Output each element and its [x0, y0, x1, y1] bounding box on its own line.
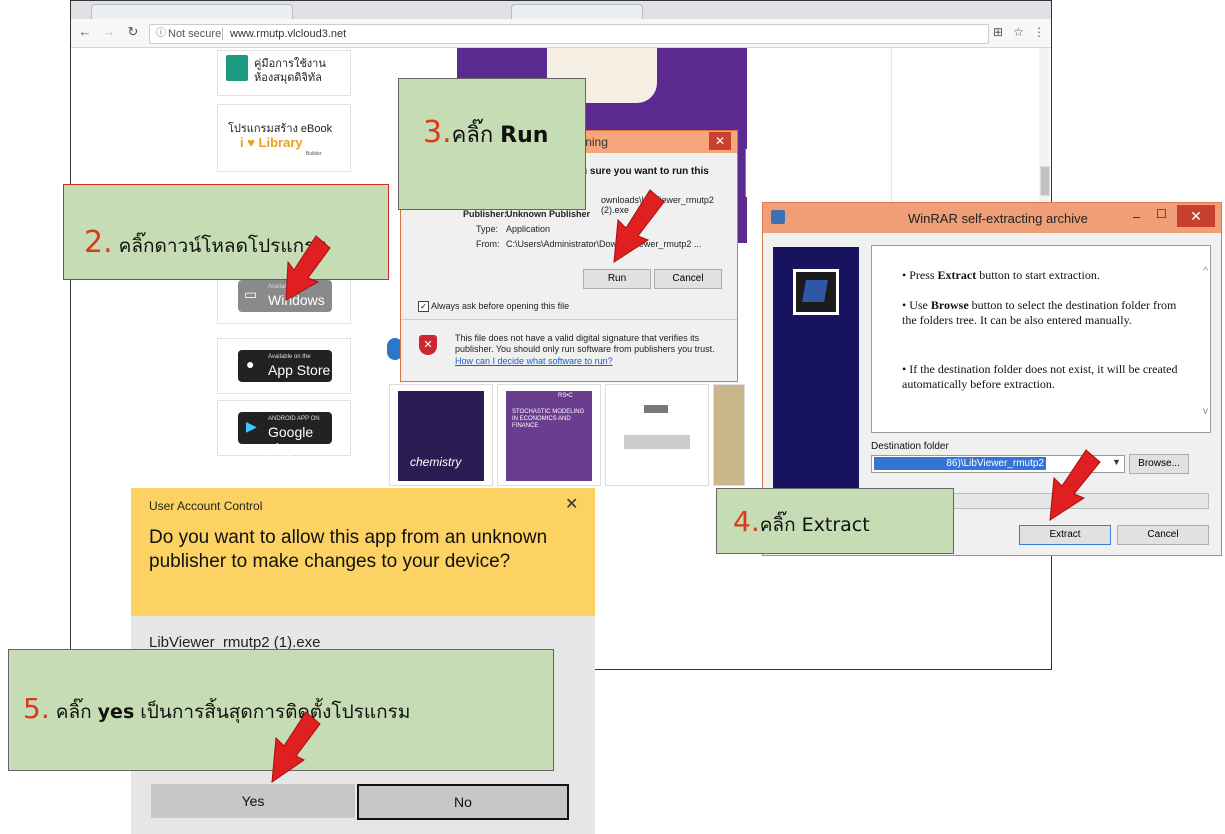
arrow-overlay — [271, 189, 1101, 784]
arrow-icon — [613, 189, 665, 263]
arrow-icon — [1049, 449, 1101, 521]
arrow-icon — [271, 711, 321, 784]
arrow-icon — [285, 235, 331, 301]
